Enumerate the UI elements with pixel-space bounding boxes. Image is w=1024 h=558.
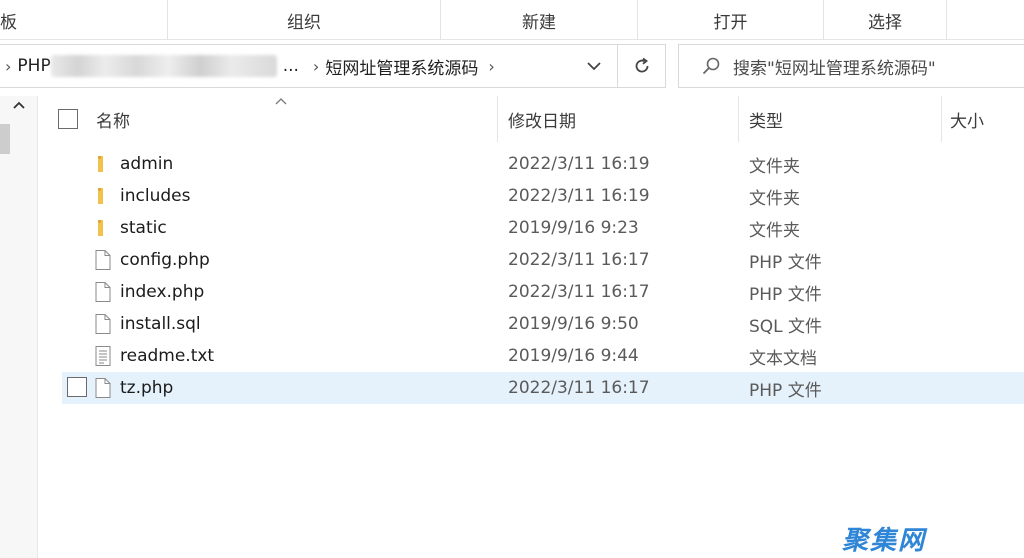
file-icon	[95, 250, 111, 270]
file-row[interactable]: static 2019/9/16 9:23 文件夹	[62, 212, 1024, 244]
column-type[interactable]: 类型	[749, 96, 783, 142]
file-date: 2022/3/11 16:17	[508, 250, 650, 270]
folder-icon	[98, 220, 103, 236]
file-row[interactable]: admin 2022/3/11 16:19 文件夹	[62, 148, 1024, 180]
file-type: 文件夹	[749, 188, 800, 209]
search-icon	[702, 57, 720, 75]
refresh-icon	[635, 57, 648, 73]
file-type: 文件夹	[749, 156, 800, 177]
ribbon-group-select: 选择	[868, 12, 902, 33]
column-size[interactable]: 大小	[950, 96, 984, 142]
file-type: PHP 文件	[749, 252, 822, 273]
column-separator[interactable]	[497, 96, 498, 142]
watermark: 聚集网	[842, 526, 927, 556]
column-header: 名称 修改日期 类型 大小	[40, 96, 1024, 142]
column-separator[interactable]	[738, 96, 739, 142]
chevron-right-icon[interactable]: ›	[488, 57, 494, 76]
file-row[interactable]: install.sql 2019/9/16 9:50 SQL 文件	[62, 308, 1024, 340]
file-name: config.php	[120, 250, 210, 270]
ribbon-clipboard-label: 板	[0, 12, 17, 33]
refresh-button[interactable]	[618, 44, 666, 88]
file-icon	[95, 378, 111, 398]
address-row: › PHP ... › 短网址管理系统源码 › 搜索"短网址管理系统源码"	[0, 40, 1024, 96]
column-separator[interactable]	[941, 96, 942, 142]
chevron-right-icon[interactable]: ›	[313, 57, 319, 76]
address-bar[interactable]: › PHP ... › 短网址管理系统源码 ›	[0, 44, 618, 88]
file-name: tz.php	[120, 378, 174, 398]
search-box[interactable]: 搜索"短网址管理系统源码"	[678, 44, 1024, 88]
column-modified-date[interactable]: 修改日期	[508, 96, 576, 142]
ribbon-group-labels: 板 组织 新建 打开 选择	[0, 0, 1024, 40]
file-date: 2022/3/11 16:19	[508, 186, 650, 206]
column-name[interactable]: 名称	[96, 96, 130, 142]
file-type: 文件夹	[749, 220, 800, 241]
chevron-right-icon[interactable]: ›	[5, 57, 11, 76]
folder-icon	[98, 156, 103, 172]
chevron-down-icon	[587, 62, 601, 71]
file-name: readme.txt	[120, 346, 215, 366]
ribbon-group-organize: 组织	[287, 12, 321, 33]
search-placeholder: 搜索"短网址管理系统源码"	[733, 58, 936, 79]
breadcrumb-ellipsis[interactable]: ...	[283, 56, 299, 76]
file-type: PHP 文件	[749, 380, 822, 401]
file-icon	[95, 282, 111, 302]
file-name: install.sql	[120, 314, 201, 334]
navigation-pane[interactable]	[0, 96, 38, 558]
breadcrumb-current-folder[interactable]: 短网址管理系统源码	[325, 54, 478, 79]
nav-scrollbar-thumb[interactable]	[0, 124, 10, 154]
file-name: includes	[120, 186, 191, 206]
file-date: 2022/3/11 16:17	[508, 378, 650, 398]
file-icon	[95, 314, 111, 334]
file-row-selected[interactable]: tz.php 2022/3/11 16:17 PHP 文件	[62, 372, 1024, 404]
address-history-dropdown[interactable]	[572, 44, 616, 88]
file-type: PHP 文件	[749, 284, 822, 305]
file-row[interactable]: index.php 2022/3/11 16:17 PHP 文件	[62, 276, 1024, 308]
file-date: 2019/9/16 9:23	[508, 218, 639, 238]
file-row[interactable]: includes 2022/3/11 16:19 文件夹	[62, 180, 1024, 212]
redacted-path-segment	[50, 55, 277, 77]
select-all-checkbox[interactable]	[58, 96, 78, 142]
breadcrumb-root[interactable]: PHP	[17, 56, 50, 76]
folder-icon	[98, 188, 103, 204]
file-type: SQL 文件	[749, 316, 823, 337]
file-date: 2022/3/11 16:19	[508, 154, 650, 174]
file-date: 2019/9/16 9:44	[508, 346, 639, 366]
ribbon-group-new: 新建	[522, 12, 556, 33]
file-name: index.php	[120, 282, 205, 302]
text-file-icon	[95, 346, 111, 366]
scroll-up-icon[interactable]	[12, 100, 26, 110]
file-type: 文本文档	[749, 348, 817, 369]
file-date: 2019/9/16 9:50	[508, 314, 639, 334]
file-date: 2022/3/11 16:17	[508, 282, 650, 302]
file-row[interactable]: config.php 2022/3/11 16:17 PHP 文件	[62, 244, 1024, 276]
file-name: admin	[120, 154, 174, 174]
ribbon-separator	[946, 0, 947, 40]
ribbon-group-open: 打开	[713, 12, 748, 33]
sort-ascending-icon	[275, 98, 287, 105]
file-name: static	[120, 218, 167, 238]
file-row[interactable]: readme.txt 2019/9/16 9:44 文本文档	[62, 340, 1024, 372]
row-checkbox[interactable]	[67, 377, 87, 397]
